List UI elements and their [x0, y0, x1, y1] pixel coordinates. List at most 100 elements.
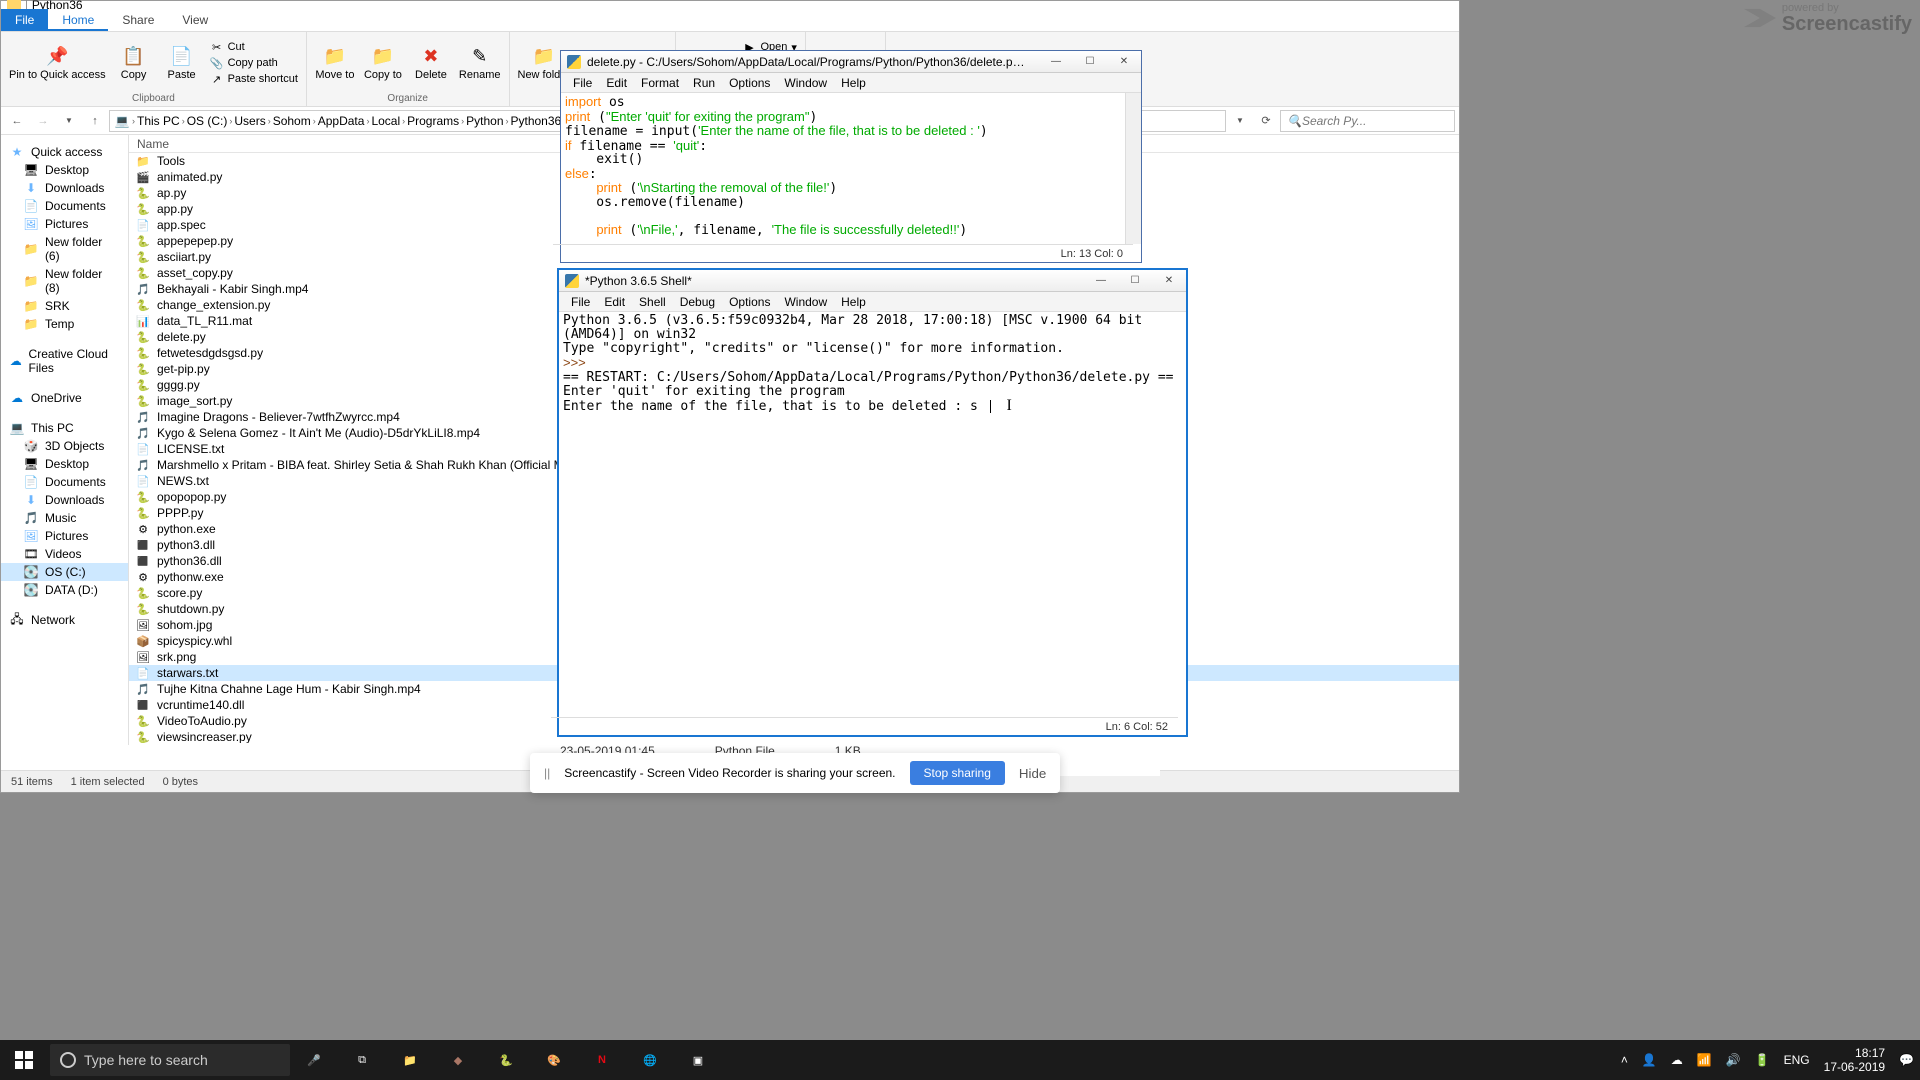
editor-menu-edit[interactable]: Edit: [600, 75, 633, 91]
tray-wifi-icon[interactable]: 📶: [1697, 1053, 1712, 1067]
shell-maximize-button[interactable]: ☐: [1118, 270, 1152, 290]
editor-scrollbar[interactable]: [1125, 93, 1141, 244]
file-name: image_sort.py: [157, 394, 232, 408]
editor-menu-options[interactable]: Options: [723, 75, 776, 91]
sidebar-music[interactable]: Music: [1, 509, 128, 527]
sidebar-this-pc[interactable]: This PC: [1, 419, 128, 437]
txt-icon: [135, 474, 151, 488]
breadcrumb-segment[interactable]: Sohom: [273, 114, 311, 128]
sidebar-onedrive[interactable]: OneDrive: [1, 389, 128, 407]
cortana-mic-icon[interactable]: 🎤: [290, 1040, 338, 1080]
nav-back-button[interactable]: ←: [5, 109, 29, 133]
breadcrumb-segment[interactable]: Users: [234, 114, 265, 128]
nav-refresh-button[interactable]: ▼: [1228, 109, 1252, 133]
nav-forward-button[interactable]: →: [31, 109, 55, 133]
editor-menu-window[interactable]: Window: [778, 75, 833, 91]
paste-button[interactable]: Paste: [162, 44, 202, 81]
py-icon: [135, 506, 151, 520]
breadcrumb-segment[interactable]: Python: [466, 114, 503, 128]
sidebar-downloads[interactable]: Downloads: [1, 179, 128, 197]
tray-battery-icon[interactable]: 🔋: [1755, 1053, 1770, 1067]
rename-button[interactable]: Rename: [459, 44, 501, 81]
shell-minimize-button[interactable]: —: [1084, 270, 1118, 290]
nav-up-button[interactable]: ↑: [83, 109, 107, 133]
taskbar-chrome-icon[interactable]: 🌐: [626, 1040, 674, 1080]
shell-menu-debug[interactable]: Debug: [674, 294, 721, 310]
breadcrumb-segment[interactable]: Local: [371, 114, 400, 128]
move-to-button[interactable]: Move to: [315, 44, 355, 81]
delete-button[interactable]: Delete: [411, 44, 451, 81]
sidebar-creative-cloud[interactable]: Creative Cloud Files: [1, 345, 128, 377]
code-editor[interactable]: import os print ("Enter 'quit' for exiti…: [561, 93, 1141, 242]
sidebar-nf8[interactable]: New folder (8): [1, 265, 128, 297]
copy-to-button[interactable]: Copy to: [363, 44, 403, 81]
tab-view[interactable]: View: [168, 9, 222, 31]
sidebar-videos[interactable]: Videos: [1, 545, 128, 563]
tab-share[interactable]: Share: [108, 9, 168, 31]
task-view-button[interactable]: ⧉: [338, 1040, 386, 1080]
taskbar-netflix-icon[interactable]: N: [578, 1040, 626, 1080]
sidebar-network[interactable]: Network: [1, 611, 128, 629]
shell-output[interactable]: Python 3.6.5 (v3.6.5:f59c0932b4, Mar 28 …: [559, 312, 1186, 717]
sidebar-desktop-2[interactable]: Desktop: [1, 455, 128, 473]
nav-recent-button[interactable]: ▼: [57, 109, 81, 133]
stop-sharing-button[interactable]: Stop sharing: [910, 761, 1005, 785]
editor-minimize-button[interactable]: —: [1039, 51, 1073, 71]
taskbar-explorer-icon[interactable]: 📁: [386, 1040, 434, 1080]
sidebar-os-c[interactable]: OS (C:): [1, 563, 128, 581]
taskbar-python-icon[interactable]: 🐍: [482, 1040, 530, 1080]
nav-refresh-icon[interactable]: ⟳: [1254, 109, 1278, 133]
editor-menu-run[interactable]: Run: [687, 75, 721, 91]
editor-menu-file[interactable]: File: [567, 75, 598, 91]
sidebar-data-d[interactable]: DATA (D:): [1, 581, 128, 599]
sidebar-quick-access[interactable]: Quick access: [1, 143, 128, 161]
sidebar-documents-2[interactable]: Documents: [1, 473, 128, 491]
tray-chevron-icon[interactable]: ˄: [1621, 1053, 1628, 1067]
editor-menu-help[interactable]: Help: [835, 75, 872, 91]
copy-button[interactable]: Copy: [114, 44, 154, 81]
taskbar-terminal-icon[interactable]: ▣: [674, 1040, 722, 1080]
shell-menu-shell[interactable]: Shell: [633, 294, 672, 310]
tab-home[interactable]: Home: [48, 9, 108, 31]
breadcrumb-segment[interactable]: Programs: [407, 114, 459, 128]
shell-menu-window[interactable]: Window: [778, 294, 833, 310]
taskbar-search[interactable]: Type here to search: [50, 1044, 290, 1076]
paste-shortcut-button[interactable]: Paste shortcut: [210, 72, 298, 86]
editor-maximize-button[interactable]: ☐: [1073, 51, 1107, 71]
sidebar-downloads-2[interactable]: Downloads: [1, 491, 128, 509]
cut-button[interactable]: Cut: [210, 40, 298, 54]
sidebar-nf6[interactable]: New folder (6): [1, 233, 128, 265]
breadcrumb-segment[interactable]: OS (C:): [187, 114, 228, 128]
editor-menu-format[interactable]: Format: [635, 75, 685, 91]
shell-menu-file[interactable]: File: [565, 294, 596, 310]
tray-clock[interactable]: 18:1717-06-2019: [1824, 1046, 1885, 1075]
start-button[interactable]: [0, 1040, 48, 1080]
hide-banner-button[interactable]: Hide: [1019, 766, 1046, 781]
sidebar-desktop[interactable]: Desktop: [1, 161, 128, 179]
sidebar-3d-objects[interactable]: 3D Objects: [1, 437, 128, 455]
pin-quick-access-button[interactable]: Pin to Quick access: [9, 44, 106, 81]
copy-path-button[interactable]: Copy path: [210, 56, 298, 70]
search-input[interactable]: 🔍Search Py...: [1280, 110, 1455, 132]
sidebar-srk[interactable]: SRK: [1, 297, 128, 315]
sidebar-pictures-2[interactable]: Pictures: [1, 527, 128, 545]
tray-onedrive-icon[interactable]: ☁: [1671, 1053, 1683, 1067]
tray-volume-icon[interactable]: 🔊: [1726, 1053, 1741, 1067]
taskbar-vs-icon[interactable]: ◆: [434, 1040, 482, 1080]
breadcrumb-segment[interactable]: Python36: [511, 114, 562, 128]
breadcrumb-segment[interactable]: This PC: [137, 114, 180, 128]
taskbar-paint-icon[interactable]: 🎨: [530, 1040, 578, 1080]
editor-close-button[interactable]: ✕: [1107, 51, 1141, 71]
tray-language[interactable]: ENG: [1784, 1053, 1810, 1067]
tray-people-icon[interactable]: 👤: [1642, 1053, 1657, 1067]
shell-menu-edit[interactable]: Edit: [598, 294, 631, 310]
sidebar-pictures[interactable]: Pictures: [1, 215, 128, 233]
tray-notifications-icon[interactable]: 💬: [1899, 1053, 1914, 1067]
sidebar-temp[interactable]: Temp: [1, 315, 128, 333]
tab-file[interactable]: File: [1, 9, 48, 31]
sidebar-documents[interactable]: Documents: [1, 197, 128, 215]
shell-menu-options[interactable]: Options: [723, 294, 776, 310]
shell-menu-help[interactable]: Help: [835, 294, 872, 310]
shell-close-button[interactable]: ✕: [1152, 270, 1186, 290]
breadcrumb-segment[interactable]: AppData: [318, 114, 365, 128]
